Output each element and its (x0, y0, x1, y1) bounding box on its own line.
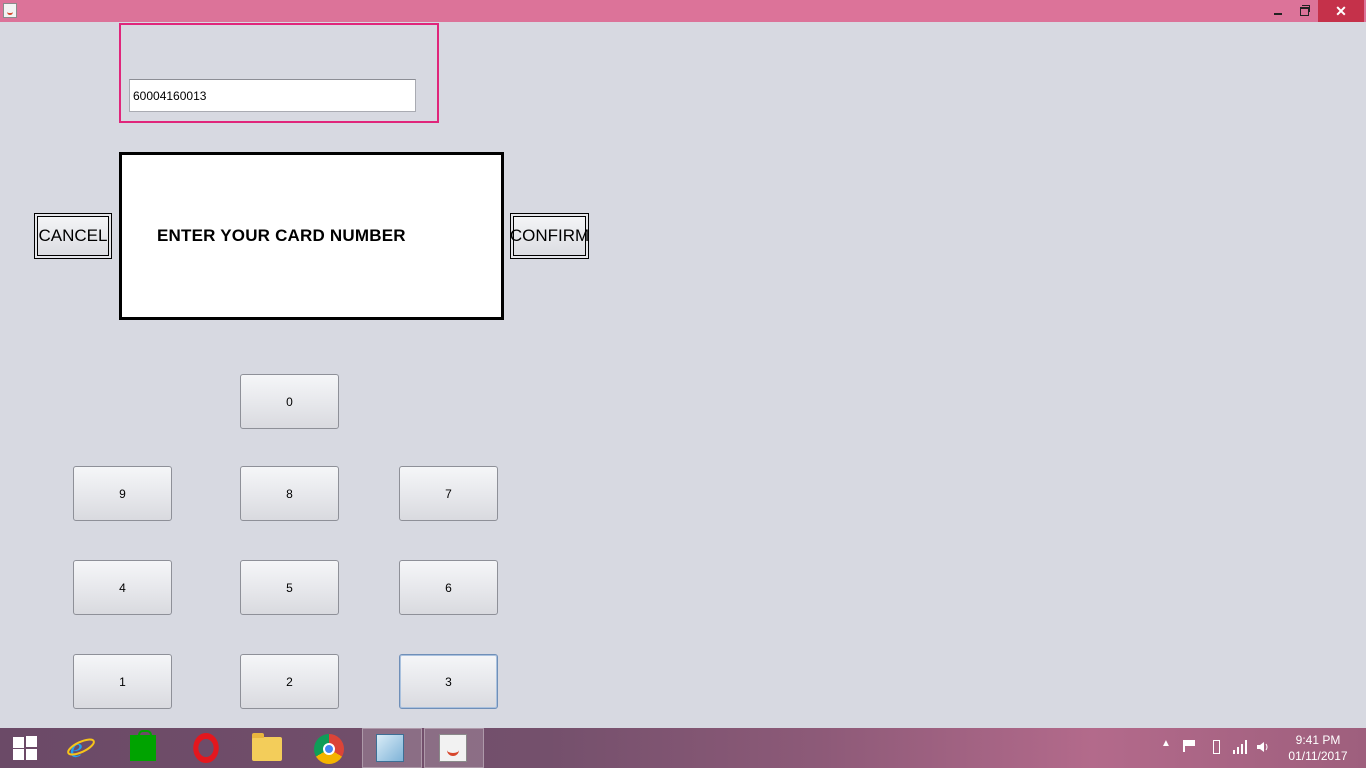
keypad-button-2[interactable]: 2 (240, 654, 339, 709)
keypad-button-5[interactable]: 5 (240, 560, 339, 615)
minimize-icon (1274, 13, 1282, 15)
start-button[interactable] (0, 728, 60, 768)
opera-icon[interactable] (193, 733, 219, 763)
internet-explorer-icon[interactable]: e (66, 732, 96, 762)
java-app-icon[interactable] (3, 3, 17, 18)
keypad-button-8[interactable]: 8 (240, 466, 339, 521)
cancel-button-label: CANCEL (37, 216, 109, 256)
keypad-button-4[interactable]: 4 (73, 560, 172, 615)
volume-icon[interactable] (1256, 740, 1270, 754)
show-hidden-icons-chevron-icon[interactable]: ▲ (1161, 738, 1171, 749)
clock-time: 9:41 PM (1295, 733, 1341, 747)
store-icon[interactable] (130, 730, 156, 761)
action-center-flag-icon[interactable] (1183, 740, 1195, 752)
keypad-button-0[interactable]: 0 (240, 374, 339, 429)
java-icon[interactable] (439, 734, 467, 762)
card-number-input[interactable] (129, 79, 416, 112)
chrome-icon[interactable] (314, 734, 344, 764)
keypad-button-1[interactable]: 1 (73, 654, 172, 709)
battery-icon[interactable] (1213, 740, 1220, 754)
start-icon (13, 736, 37, 760)
restore-button[interactable] (1292, 0, 1316, 22)
close-button[interactable]: ✕ (1318, 0, 1364, 22)
keypad-button-3[interactable]: 3 (399, 654, 498, 709)
confirm-button-label: CONFIRM (510, 216, 589, 256)
clock-date: 01/11/2017 (1288, 749, 1348, 763)
virtualbox-icon[interactable] (376, 734, 404, 762)
confirm-button[interactable]: CONFIRM (510, 213, 589, 259)
keypad-button-7[interactable]: 7 (399, 466, 498, 521)
keypad-button-6[interactable]: 6 (399, 560, 498, 615)
network-signal-icon[interactable] (1233, 740, 1247, 754)
keypad-button-9[interactable]: 9 (73, 466, 172, 521)
minimize-button[interactable] (1266, 0, 1290, 22)
cancel-button[interactable]: CANCEL (34, 213, 112, 259)
title-bar: ✕ (0, 0, 1366, 22)
screen-message: ENTER YOUR CARD NUMBER (157, 226, 406, 245)
file-explorer-icon[interactable] (252, 733, 282, 761)
taskbar-clock[interactable]: 9:41 PM 01/11/2017 (1282, 732, 1354, 764)
